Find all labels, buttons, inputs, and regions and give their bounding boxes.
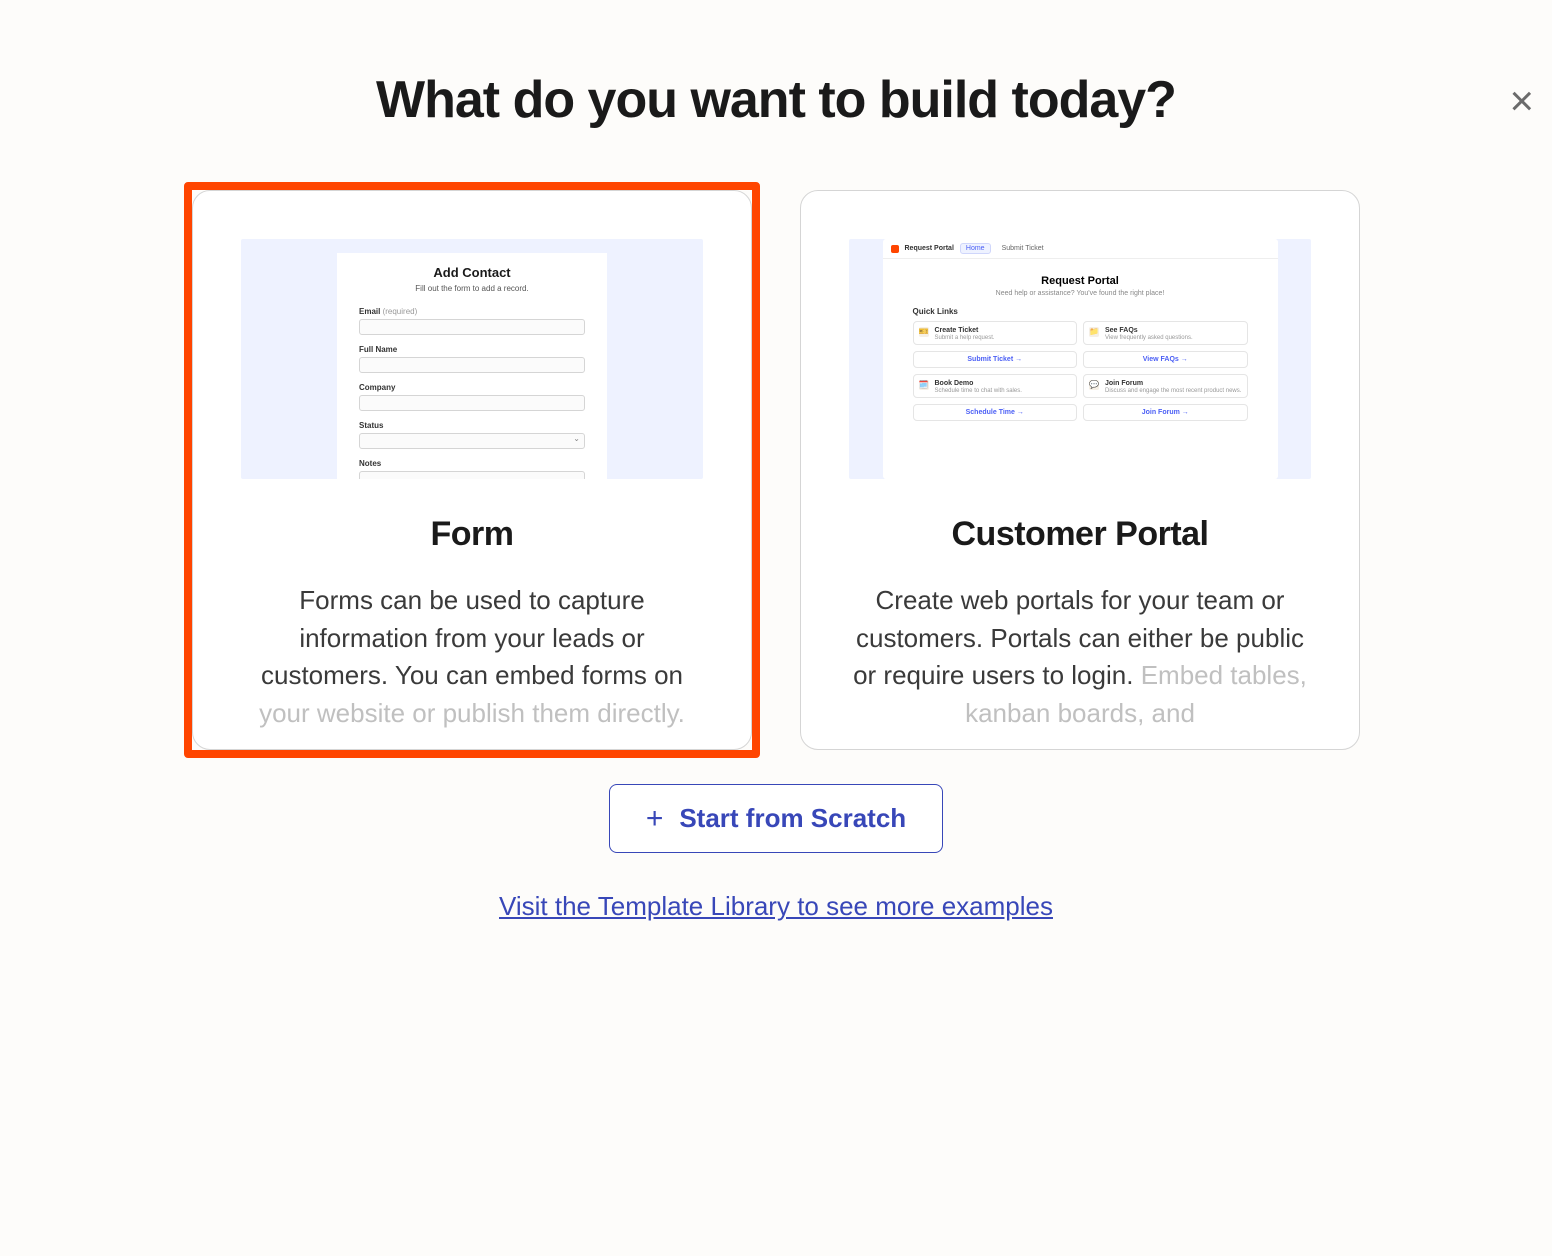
form-preview-company-input [359, 395, 585, 411]
form-preview-email-label: Email (required) [359, 307, 585, 316]
close-button[interactable]: × [1509, 80, 1534, 122]
portal-preview-nav-submit: Submit Ticket [997, 244, 1049, 253]
portal-preview-area: Request Portal Home Submit Ticket Reques… [849, 239, 1311, 479]
form-preview-company-label: Company [359, 383, 585, 392]
form-preview-title: Add Contact [359, 265, 585, 280]
portal-preview-nav-home: Home [960, 243, 991, 254]
form-preview-status-label: Status [359, 421, 585, 430]
portal-preview-grid: 🎫 Create Ticket Submit a help request. 📁… [913, 321, 1248, 421]
ticket-icon: 🎫 [919, 327, 929, 337]
portal-preview-submit-ticket-link: Submit Ticket → [913, 351, 1078, 368]
form-preview-area: Add Contact Fill out the form to add a r… [241, 239, 703, 479]
form-preview-fullname-label: Full Name [359, 345, 585, 354]
customer-portal-template-card[interactable]: Request Portal Home Submit Ticket Reques… [800, 190, 1360, 750]
form-preview-notes-input [359, 471, 585, 479]
portal-preview-quicklinks-label: Quick Links [913, 307, 1248, 316]
portal-preview-subtitle: Need help or assistance? You've found th… [913, 290, 1248, 297]
portal-preview-schedule-time-link: Schedule Time → [913, 404, 1078, 421]
form-preview-email-input [359, 319, 585, 335]
form-preview-subtitle: Fill out the form to add a record. [359, 284, 585, 293]
portal-preview-book-demo-card: 🗓️ Book Demo Schedule time to chat with … [913, 374, 1078, 398]
template-library-link[interactable]: Visit the Template Library to see more e… [0, 891, 1552, 922]
form-preview-notes-label: Notes [359, 459, 585, 468]
portal-card-description: Create web portals for your team or cust… [849, 582, 1311, 733]
portal-card-title: Customer Portal [849, 515, 1311, 554]
forum-icon: 💬 [1089, 380, 1099, 390]
portal-preview-nav-title: Request Portal [905, 245, 954, 252]
form-preview-fullname-input [359, 357, 585, 373]
close-icon: × [1509, 77, 1534, 124]
faq-icon: 📁 [1089, 327, 1099, 337]
start-from-scratch-label: Start from Scratch [679, 803, 906, 834]
form-preview-status-select [359, 433, 585, 449]
portal-preview-see-faqs-card: 📁 See FAQs View frequently asked questio… [1083, 321, 1248, 345]
page-title: What do you want to build today? [0, 70, 1552, 130]
form-template-card[interactable]: Add Contact Fill out the form to add a r… [192, 190, 752, 750]
portal-preview-join-forum-link: Join Forum → [1083, 404, 1248, 421]
form-card-title: Form [241, 515, 703, 554]
portal-preview-join-forum-card: 💬 Join Forum Discuss and engage the most… [1083, 374, 1248, 398]
form-preview-mock: Add Contact Fill out the form to add a r… [337, 253, 607, 479]
calendar-icon: 🗓️ [919, 380, 929, 390]
portal-preview-mock: Request Portal Home Submit Ticket Reques… [883, 239, 1278, 479]
portal-preview-view-faqs-link: View FAQs → [1083, 351, 1248, 368]
plus-icon: + [646, 804, 664, 834]
template-cards-row: Add Contact Fill out the form to add a r… [0, 190, 1552, 750]
portal-preview-nav: Request Portal Home Submit Ticket [883, 239, 1278, 259]
form-card-description: Forms can be used to capture information… [241, 582, 703, 733]
portal-preview-create-ticket-card: 🎫 Create Ticket Submit a help request. [913, 321, 1078, 345]
start-from-scratch-button[interactable]: + Start from Scratch [609, 784, 943, 853]
portal-preview-title: Request Portal [913, 275, 1248, 287]
portal-preview-logo-icon [891, 245, 899, 253]
